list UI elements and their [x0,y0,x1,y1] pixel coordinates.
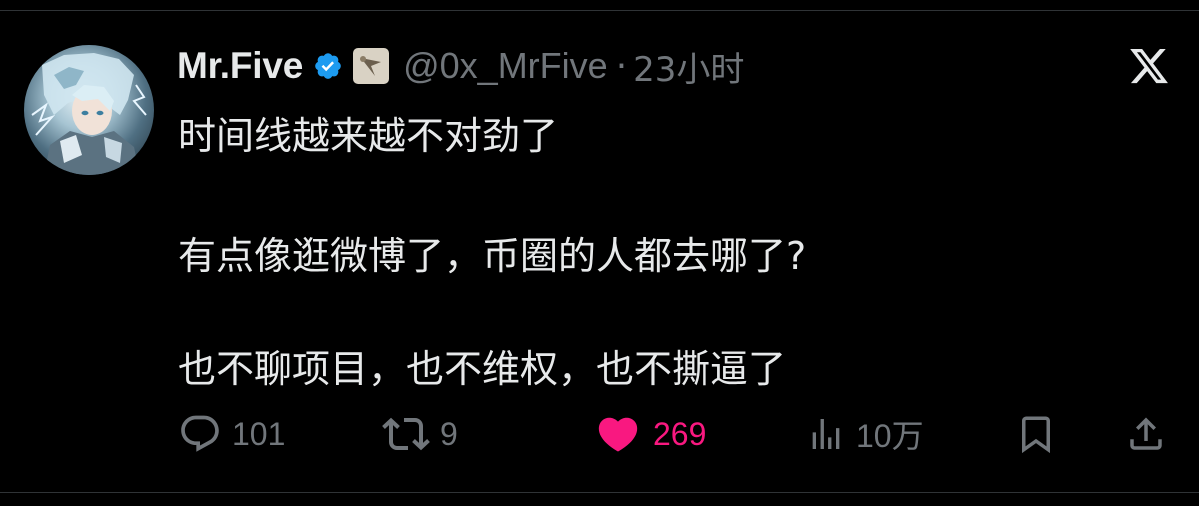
tweet-header: Mr.Five @0x_MrFive · 23小时 [177,40,744,92]
retweet-count: 9 [440,415,458,452]
reply-button[interactable]: 101 [178,410,285,458]
bookmark-button[interactable] [1015,410,1057,458]
views-icon [812,419,840,449]
tweet-timestamp[interactable]: 23小时 [633,42,744,91]
share-button[interactable] [1125,410,1167,458]
retweet-icon [382,417,430,451]
reply-icon [181,415,219,452]
bookmark-icon [1022,416,1050,454]
reply-count: 101 [232,415,286,452]
like-count: 269 [653,415,707,452]
separator-dot: · [615,45,628,87]
tweet-text-line-1: 时间线越来越不对劲了 [178,114,559,158]
top-divider [0,10,1199,11]
author-name[interactable]: Mr.Five [177,45,303,87]
verified-badge-icon [315,53,341,79]
avatar[interactable] [24,45,154,175]
retweet-button[interactable]: 9 [382,410,458,458]
share-icon [1130,417,1162,450]
views-count: 10万 [856,418,924,454]
bottom-divider [0,492,1199,493]
heart-icon [598,417,638,452]
tweet-text-line-2: 有点像逛微博了，币圈的人都去哪了? [178,234,807,278]
x-logo-icon[interactable] [1128,45,1170,87]
author-handle[interactable]: @0x_MrFive [403,45,608,87]
views-button[interactable]: 10万 [806,410,924,458]
affiliate-badge-icon[interactable] [353,48,390,84]
like-button[interactable]: 269 [595,410,706,458]
tweet-text-line-3: 也不聊项目，也不维权，也不撕逼了 [178,347,787,391]
